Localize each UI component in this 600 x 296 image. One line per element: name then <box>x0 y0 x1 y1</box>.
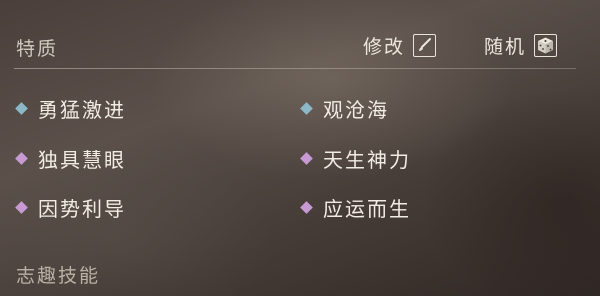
trait-name: 天生神力 <box>323 148 411 172</box>
section-title-traits: 特质 <box>16 38 59 60</box>
diamond-icon <box>300 102 313 115</box>
traits-panel: 特质 修改 随机 勇猛激进 观沧海 独具慧眼 天生神力 因势利导 应运而生 志趣… <box>0 0 600 296</box>
trait-name: 应运而生 <box>323 197 411 221</box>
diamond-icon <box>15 152 28 165</box>
modify-label: 修改 <box>363 36 406 58</box>
dice-icon <box>534 34 558 57</box>
trait-item[interactable]: 因势利导 <box>15 193 126 222</box>
random-label: 随机 <box>484 36 527 58</box>
modify-button[interactable]: 修改 <box>363 32 437 59</box>
trait-item[interactable]: 观沧海 <box>300 94 389 123</box>
diamond-icon <box>300 152 313 165</box>
header-divider <box>14 68 576 69</box>
section-title-interest-skills: 志趣技能 <box>16 265 101 287</box>
diamond-icon <box>300 201 313 214</box>
trait-name: 独具慧眼 <box>38 148 126 172</box>
trait-item[interactable]: 独具慧眼 <box>15 144 126 173</box>
brush-icon <box>413 34 437 57</box>
trait-name: 观沧海 <box>323 98 389 122</box>
trait-item[interactable]: 应运而生 <box>300 193 411 222</box>
trait-item[interactable]: 天生神力 <box>300 144 411 173</box>
diamond-icon <box>15 201 28 214</box>
random-button[interactable]: 随机 <box>484 32 558 59</box>
trait-name: 勇猛激进 <box>38 98 126 122</box>
diamond-icon <box>15 102 28 115</box>
trait-name: 因势利导 <box>38 197 126 221</box>
trait-item[interactable]: 勇猛激进 <box>15 94 126 123</box>
